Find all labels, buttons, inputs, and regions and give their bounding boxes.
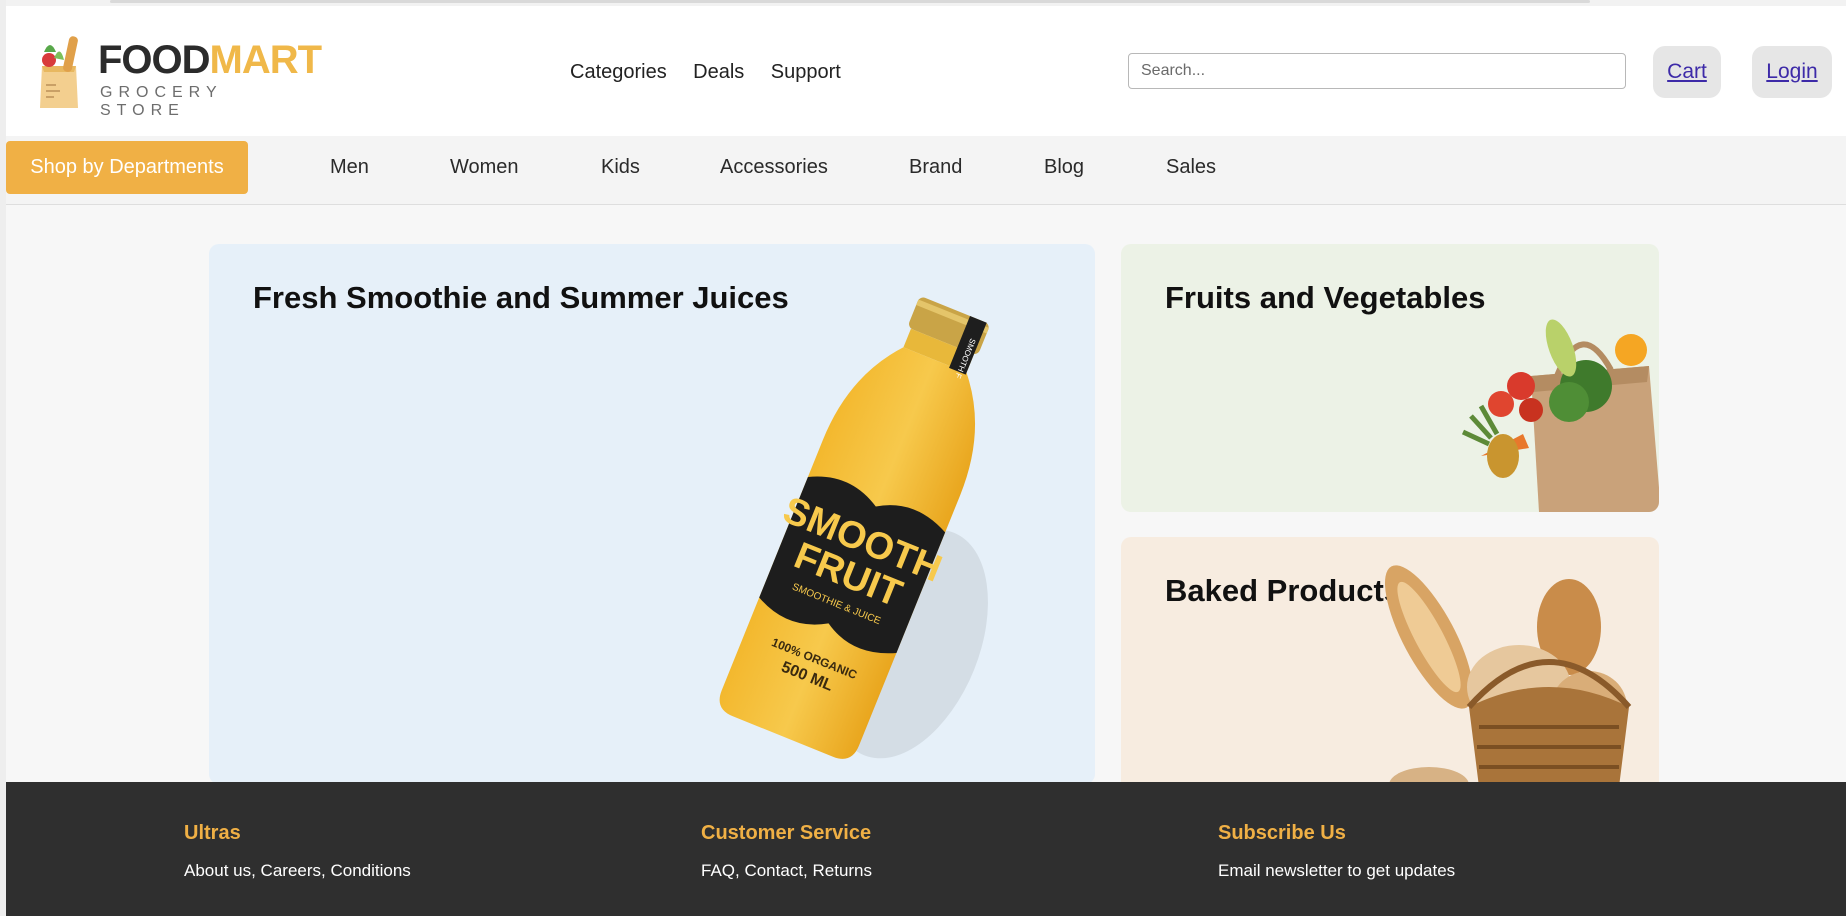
subnav-blog[interactable]: Blog (1044, 156, 1084, 179)
foodmart-logo[interactable]: FOODMART GROCERY STORE (36, 30, 322, 119)
footer-links-ultras[interactable]: About us, Careers, Conditions (184, 861, 411, 881)
nav-support[interactable]: Support (771, 61, 841, 84)
smoothie-bottle-image: SMOOTH F SMOOTH FRUIT SMOOTHIE & JUICE 1… (719, 297, 989, 759)
logo-wordmark: FOODMART (98, 38, 323, 83)
login-button[interactable]: Login (1752, 46, 1832, 98)
card-title-baked: Baked Products (1165, 573, 1402, 608)
nav-categories[interactable]: Categories (570, 61, 667, 84)
bread-basket-image (1384, 565, 1632, 787)
subnav-brand[interactable]: Brand (909, 156, 962, 179)
subnav-accessories[interactable]: Accessories (720, 156, 828, 179)
main-nav: Categories Deals Support (570, 61, 863, 84)
brand-name-mart: MART (209, 38, 323, 82)
grocery-bag-logo-icon (40, 36, 78, 108)
site-footer: Ultras About us, Careers, Conditions Cus… (6, 782, 1846, 916)
smoothie-promo-card[interactable]: Fresh Smoothie and Summer Juices SMOOTH … (209, 244, 1095, 784)
grocery-bag-image (1461, 319, 1659, 512)
cart-button[interactable]: Cart (1653, 46, 1721, 98)
subnav-sales[interactable]: Sales (1166, 156, 1216, 179)
footer-heading-ultras: Ultras (184, 822, 241, 844)
brand-name-food: FOOD (98, 38, 211, 82)
footer-column-subscribe: Subscribe Us Email newsletter to get upd… (1218, 822, 1455, 881)
scroll-indicator (110, 0, 1590, 3)
footer-subscribe-text[interactable]: Email newsletter to get updates (1218, 861, 1455, 881)
fruits-vegetables-card[interactable]: Fruits and Vegetables (1121, 244, 1659, 512)
brand-tagline: GROCERY STORE (100, 84, 223, 119)
footer-heading-subscribe: Subscribe Us (1218, 822, 1346, 844)
site-header: FOODMART GROCERY STORE Categories Deals … (6, 6, 1846, 136)
subnav-women[interactable]: Women (450, 156, 519, 179)
footer-column-customer-service: Customer Service FAQ, Contact, Returns (701, 822, 872, 881)
baked-products-card[interactable]: Baked Products (1121, 537, 1659, 797)
shop-by-departments-button[interactable]: Shop by Departments (6, 141, 248, 194)
subnav-kids[interactable]: Kids (601, 156, 640, 179)
search-input[interactable] (1128, 53, 1626, 89)
footer-column-ultras: Ultras About us, Careers, Conditions (184, 822, 411, 881)
department-nav: Shop by Departments Men Women Kids Acces… (6, 136, 1846, 205)
subnav-men[interactable]: Men (330, 156, 369, 179)
footer-links-customer-service[interactable]: FAQ, Contact, Returns (701, 861, 872, 881)
nav-deals[interactable]: Deals (693, 61, 744, 84)
footer-heading-customer-service: Customer Service (701, 822, 872, 844)
